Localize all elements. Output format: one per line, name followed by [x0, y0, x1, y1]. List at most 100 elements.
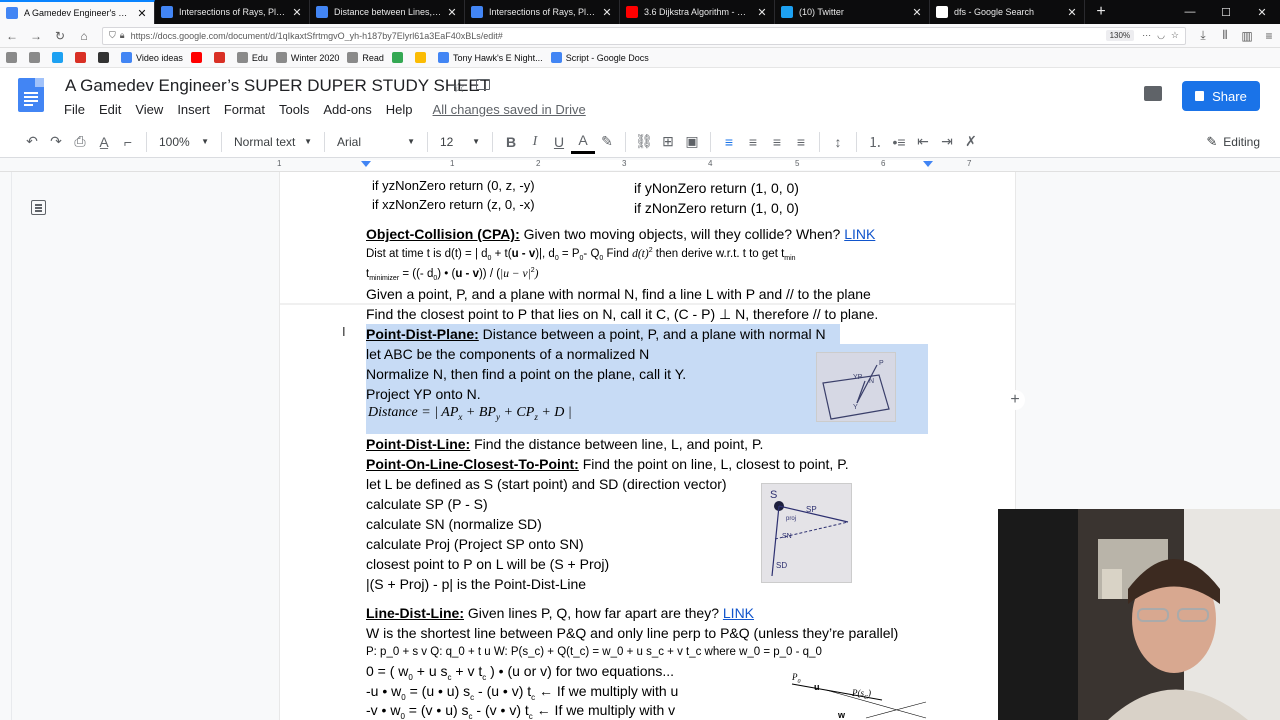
- browser-tab[interactable]: (10) Twitter ✕: [775, 0, 930, 24]
- lines-sketch-image[interactable]: P0 u P(sC) w: [786, 670, 936, 720]
- bookmark-item[interactable]: [75, 52, 90, 63]
- italic-icon[interactable]: I: [523, 130, 547, 154]
- bookmark-item[interactable]: [6, 52, 21, 63]
- undo-icon[interactable]: ↶: [20, 130, 44, 154]
- browser-tab[interactable]: 3.6 Dijkstra Algorithm - Single ✕: [620, 0, 775, 24]
- shield-icon[interactable]: ⛉: [109, 30, 116, 41]
- redo-icon[interactable]: ↷: [44, 130, 68, 154]
- bookmark-item[interactable]: [52, 52, 67, 63]
- bulleted-list-icon[interactable]: •≡: [887, 130, 911, 154]
- sidebar-icon[interactable]: ▥: [1236, 28, 1258, 43]
- bookmark-item[interactable]: Video ideas: [121, 52, 183, 63]
- bold-icon[interactable]: B: [499, 130, 523, 154]
- paint-format-icon[interactable]: ⌐: [116, 130, 140, 154]
- align-center-icon[interactable]: ≡: [741, 130, 765, 154]
- bookmark-item[interactable]: Edu: [236, 52, 268, 63]
- zoom-select[interactable]: 100% ▼: [153, 130, 215, 154]
- bookmark-item[interactable]: Script - Google Docs: [550, 52, 649, 63]
- menu-edit[interactable]: Edit: [99, 102, 121, 117]
- star-icon[interactable]: ☆: [452, 77, 466, 97]
- add-comment-icon[interactable]: ⊞: [656, 130, 680, 154]
- spellcheck-icon[interactable]: A̲: [92, 130, 116, 154]
- document-outline-icon[interactable]: [31, 200, 46, 215]
- browser-tab-active[interactable]: A Gamedev Engineer's SUPER D ✕: [0, 0, 155, 24]
- underline-icon[interactable]: U: [547, 130, 571, 154]
- menu-file[interactable]: File: [64, 102, 85, 117]
- bookmark-item[interactable]: Winter 2020: [275, 52, 339, 63]
- library-icon[interactable]: ⫴: [1214, 28, 1236, 43]
- decrease-indent-icon[interactable]: ⇤: [911, 130, 935, 154]
- insert-image-icon[interactable]: ▣: [680, 130, 704, 154]
- menu-insert[interactable]: Insert: [177, 102, 210, 117]
- highlight-icon[interactable]: ✎: [595, 130, 619, 154]
- align-justify-icon[interactable]: ≡: [789, 130, 813, 154]
- close-icon[interactable]: ✕: [446, 6, 458, 19]
- bookmark-item[interactable]: [213, 52, 229, 63]
- reload-icon[interactable]: ↻: [48, 24, 72, 48]
- menu-format[interactable]: Format: [224, 102, 265, 117]
- link-icon[interactable]: ⛓: [632, 130, 656, 154]
- forward-icon[interactable]: →: [24, 24, 48, 48]
- left-indent-marker[interactable]: [361, 161, 371, 167]
- bookmark-item[interactable]: [391, 52, 407, 63]
- new-tab-button[interactable]: +: [1089, 0, 1113, 24]
- editing-mode-select[interactable]: ✎ Editing: [1206, 134, 1260, 150]
- cpa-link[interactable]: LINK: [844, 226, 875, 242]
- minimize-icon[interactable]: —: [1172, 0, 1208, 24]
- font-select[interactable]: Arial ▼: [331, 130, 421, 154]
- style-select[interactable]: Normal text ▼: [228, 130, 318, 154]
- close-icon[interactable]: ✕: [911, 6, 923, 19]
- lock-icon[interactable]: 🔒︎: [120, 30, 125, 41]
- ldl-link[interactable]: LINK: [723, 605, 754, 621]
- bookmark-item[interactable]: [190, 52, 206, 63]
- browser-tab[interactable]: Intersections of Rays, Planes an ✕: [465, 0, 620, 24]
- menu-view[interactable]: View: [135, 102, 163, 117]
- docs-logo-icon[interactable]: [18, 78, 44, 112]
- save-status[interactable]: All changes saved in Drive: [433, 102, 586, 117]
- line-spacing-icon[interactable]: ↕: [826, 130, 850, 154]
- menu-help[interactable]: Help: [386, 102, 413, 117]
- document-title[interactable]: A Gamedev Engineer’s SUPER DUPER STUDY S…: [65, 76, 490, 96]
- increase-indent-icon[interactable]: ⇥: [935, 130, 959, 154]
- close-window-icon[interactable]: ✕: [1244, 0, 1280, 24]
- bookmark-item[interactable]: [98, 52, 113, 63]
- align-left-icon[interactable]: ≡: [717, 130, 741, 154]
- close-icon[interactable]: ✕: [291, 6, 303, 19]
- close-icon[interactable]: ✕: [756, 6, 768, 19]
- bookmark-item[interactable]: [29, 52, 44, 63]
- bookmark-item[interactable]: [414, 52, 430, 63]
- bookmark-item[interactable]: Tony Hawk's E Night...: [437, 52, 543, 63]
- more-icon[interactable]: ⋯: [1142, 30, 1151, 41]
- numbered-list-icon[interactable]: ⒈: [863, 130, 887, 154]
- pocket-icon[interactable]: ◡: [1157, 30, 1165, 41]
- menu-icon[interactable]: ≡: [1258, 28, 1280, 43]
- print-icon[interactable]: ⎙: [68, 130, 92, 154]
- plane-sketch-image[interactable]: YP N P Y: [816, 352, 896, 422]
- font-size-select[interactable]: 12 ▼: [434, 130, 486, 154]
- right-indent-marker[interactable]: [923, 161, 933, 167]
- clear-formatting-icon[interactable]: ✗: [959, 130, 983, 154]
- close-icon[interactable]: ✕: [601, 6, 613, 19]
- browser-tab[interactable]: Intersections of Rays, Planes an ✕: [155, 0, 310, 24]
- bookmark-item[interactable]: Read: [347, 52, 384, 63]
- menu-tools[interactable]: Tools: [279, 102, 309, 117]
- url-bar[interactable]: ⛉ 🔒︎ https://docs.google.com/document/d/…: [102, 26, 1186, 45]
- back-icon[interactable]: ←: [0, 24, 24, 48]
- download-icon[interactable]: ⤓: [1192, 28, 1214, 43]
- close-icon[interactable]: ✕: [1066, 6, 1078, 19]
- share-button[interactable]: Share: [1182, 81, 1260, 111]
- maximize-icon[interactable]: ☐: [1208, 0, 1244, 24]
- browser-tab[interactable]: dfs - Google Search ✕: [930, 0, 1085, 24]
- home-icon[interactable]: ⌂: [72, 24, 96, 48]
- text-color-icon[interactable]: A: [571, 130, 595, 154]
- line-point-sketch-image[interactable]: S SP proj SN SD: [761, 483, 852, 583]
- align-right-icon[interactable]: ≡: [765, 130, 789, 154]
- menu-addons[interactable]: Add-ons: [323, 102, 371, 117]
- close-icon[interactable]: ✕: [136, 7, 148, 20]
- add-comment-icon[interactable]: +: [1005, 390, 1025, 410]
- bookmark-star-icon[interactable]: ☆: [1171, 30, 1179, 41]
- browser-tab[interactable]: Distance between Lines, Segme ✕: [310, 0, 465, 24]
- move-folder-icon[interactable]: [476, 79, 490, 90]
- comment-icon[interactable]: [1144, 86, 1162, 101]
- zoom-badge[interactable]: 130%: [1105, 30, 1135, 41]
